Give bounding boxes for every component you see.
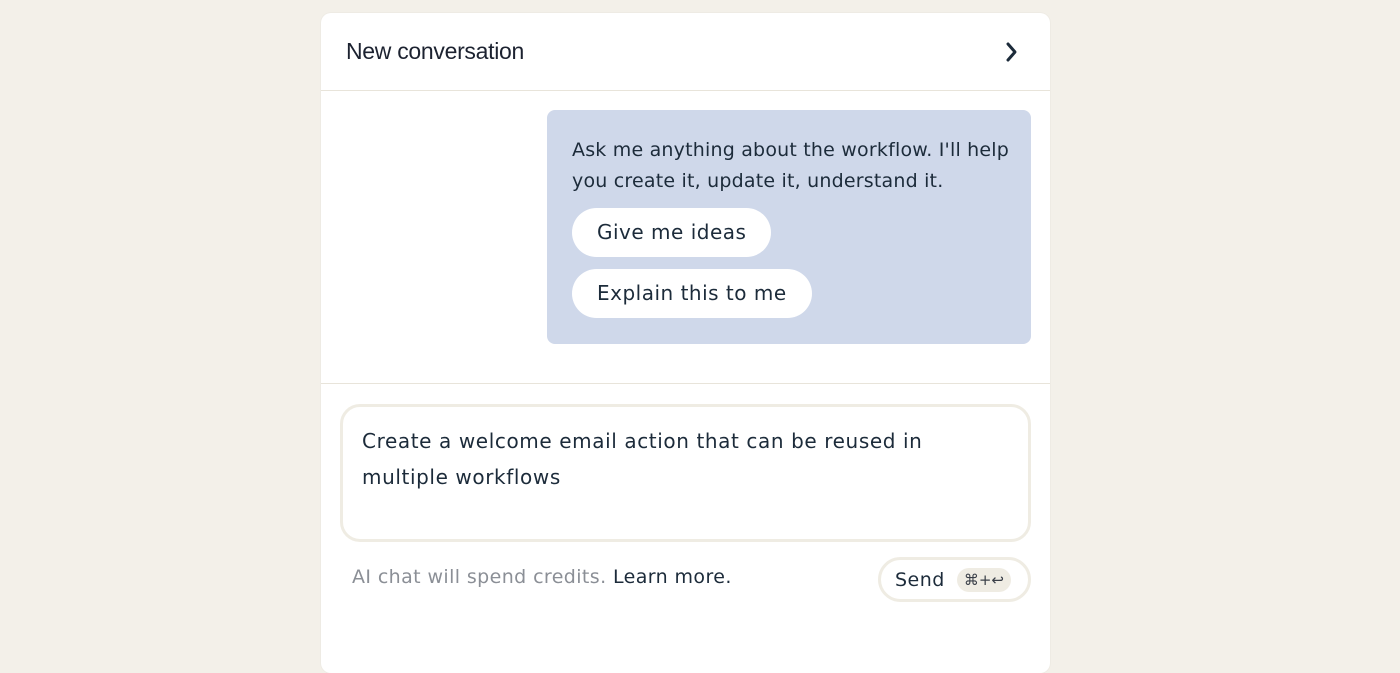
message-input[interactable]: Create a welcome email action that can b…	[340, 404, 1031, 542]
chat-header: New conversation	[321, 13, 1050, 91]
message-list: Ask me anything about the workflow. I'll…	[321, 91, 1050, 384]
keyboard-shortcut-badge: ⌘+↩	[956, 567, 1011, 592]
page-title: New conversation	[346, 38, 525, 64]
suggestion-explain-button[interactable]: Explain this to me	[572, 269, 812, 318]
collapse-panel-button[interactable]	[997, 37, 1027, 67]
assistant-message: Ask me anything about the workflow. I'll…	[547, 110, 1031, 344]
chat-panel: New conversation Ask me anything about t…	[321, 13, 1050, 673]
credits-note: AI chat will spend credits. Learn more.	[352, 566, 732, 588]
chevron-right-icon	[1006, 42, 1017, 61]
send-label: Send	[895, 568, 945, 591]
message-text: Ask me anything about the workflow. I'll…	[572, 139, 1010, 192]
learn-more-link[interactable]: Learn more.	[613, 566, 732, 588]
suggestion-give-ideas-button[interactable]: Give me ideas	[572, 208, 772, 257]
send-button[interactable]: Send ⌘+↩	[878, 557, 1031, 602]
credits-note-text: AI chat will spend credits.	[352, 566, 607, 588]
